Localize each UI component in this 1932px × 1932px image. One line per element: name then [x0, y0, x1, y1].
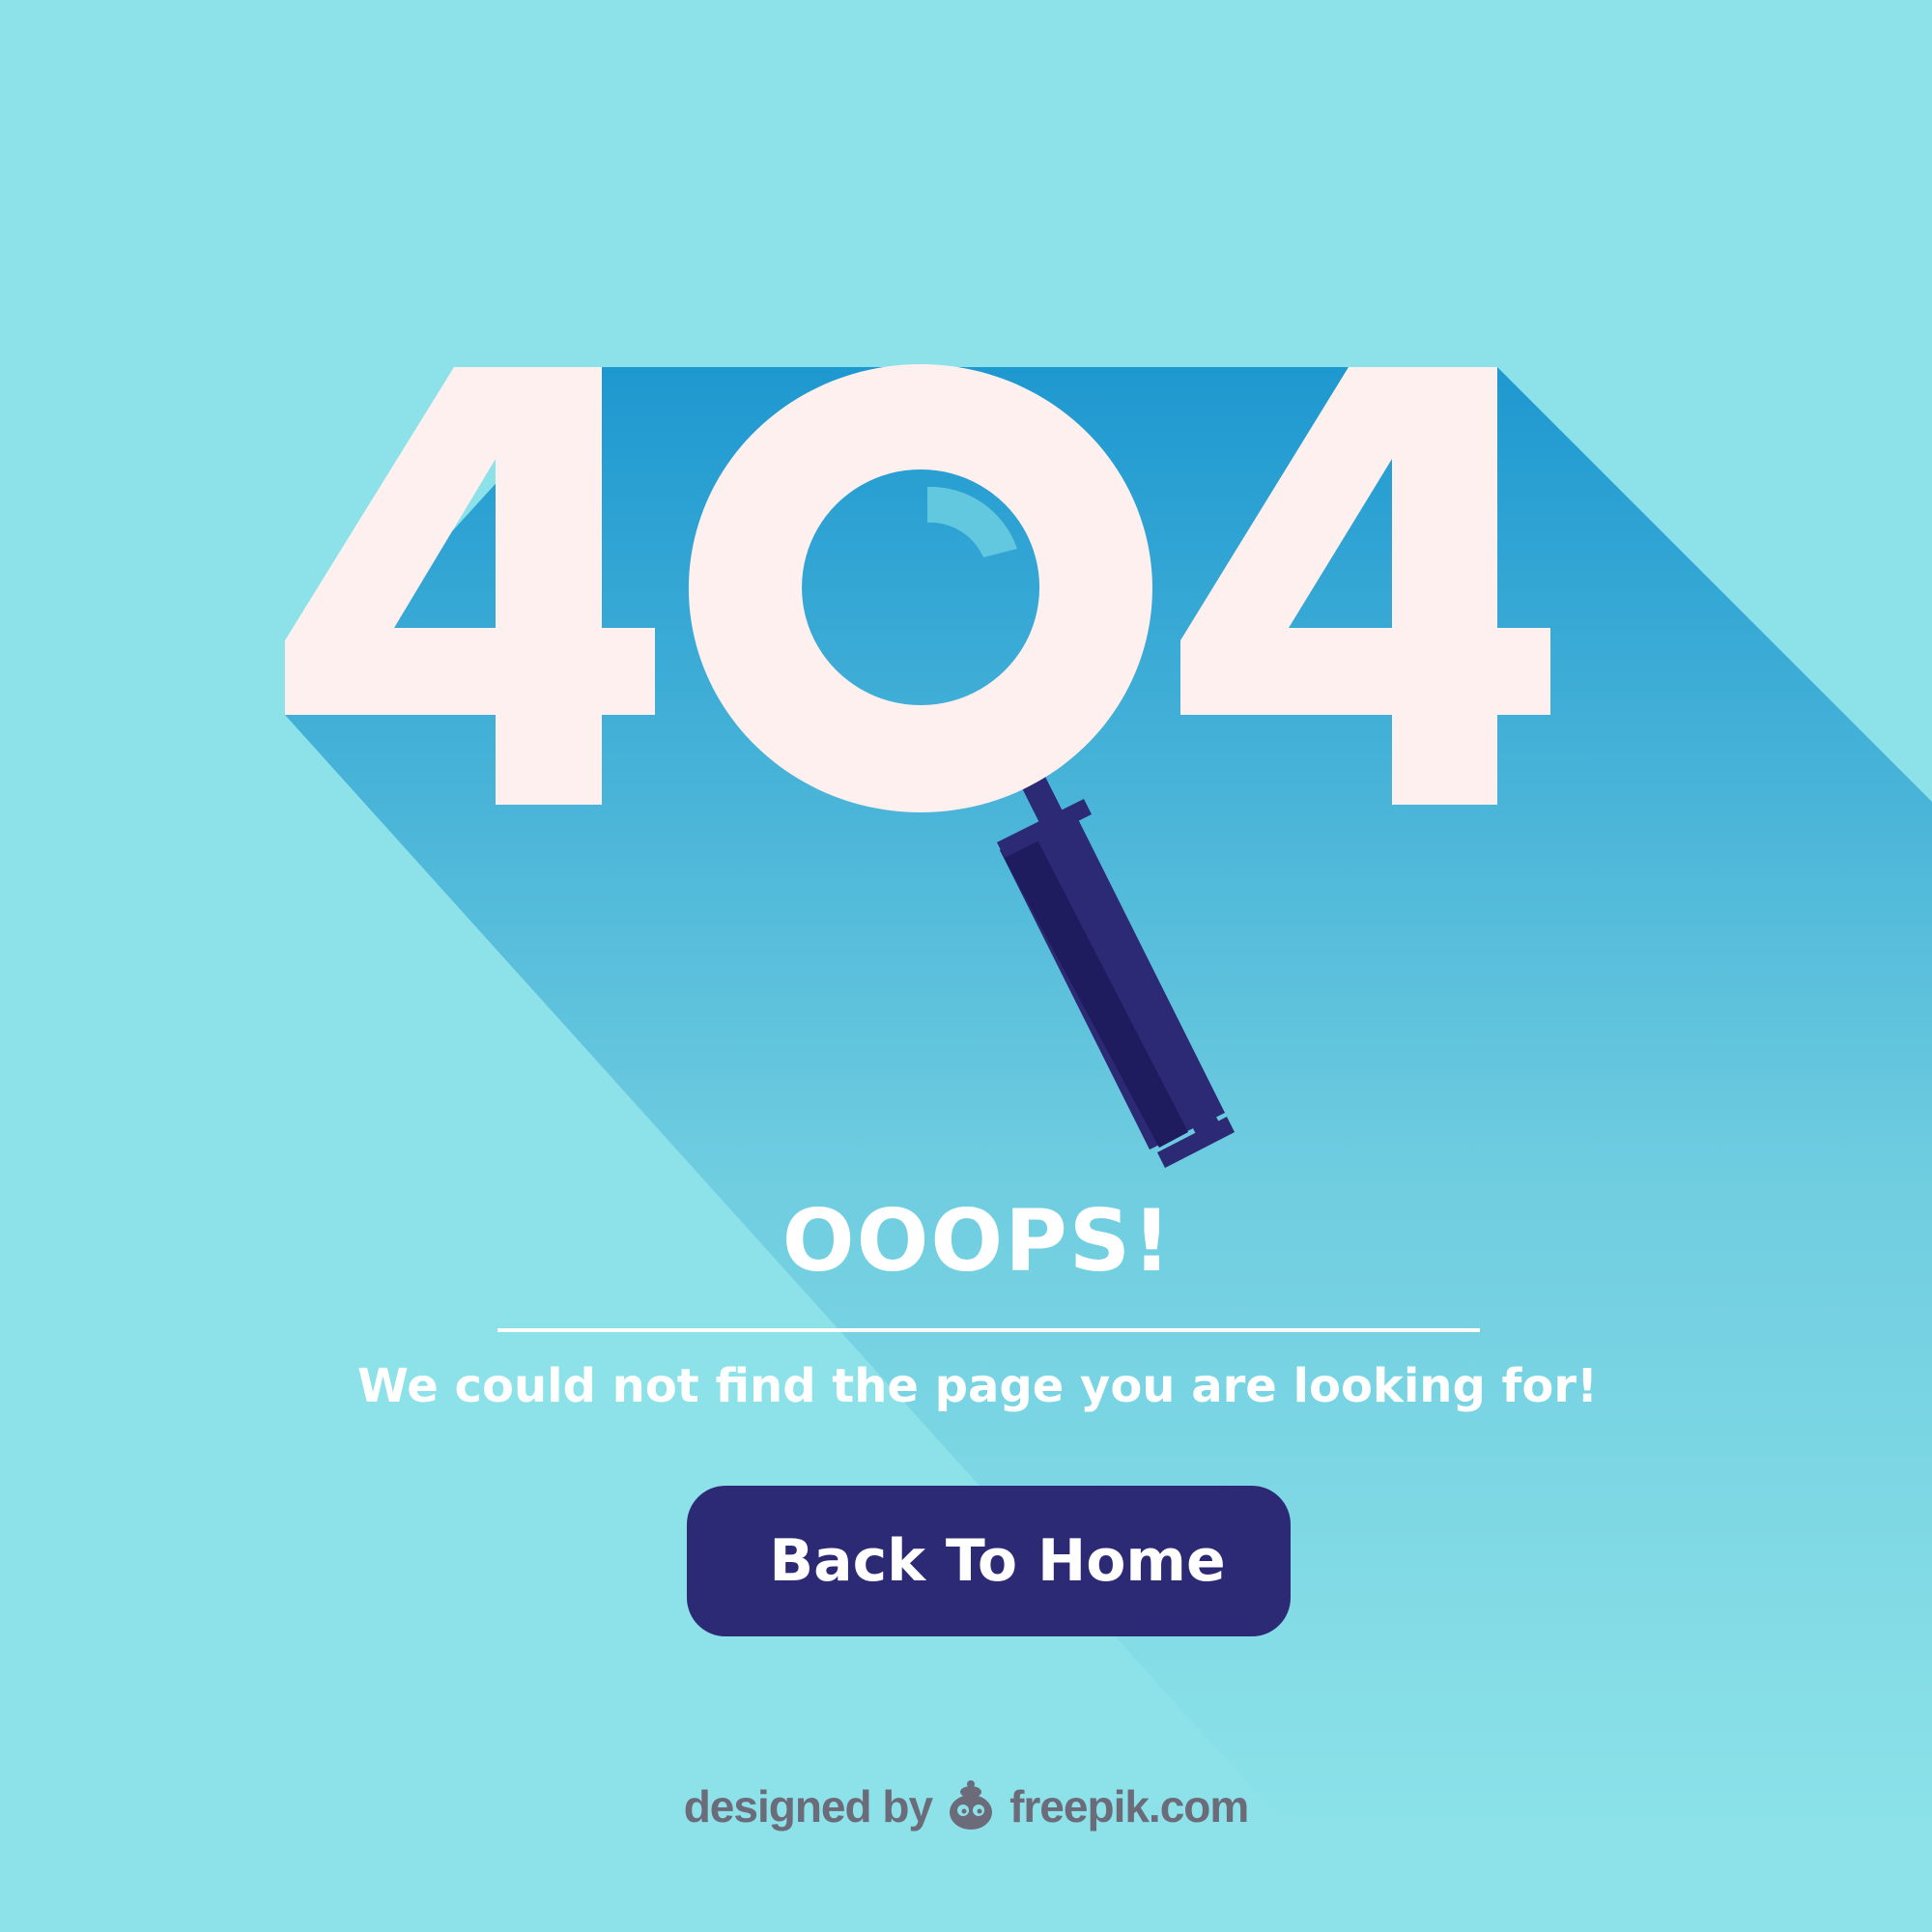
error-message: We could not find the page you are looki… [357, 1359, 1598, 1413]
credit-prefix: designed by [683, 1781, 933, 1832]
credit-brand: freepik.com [1009, 1781, 1249, 1832]
attribution[interactable]: designed by freepik.com [0, 1776, 1932, 1837]
back-to-home-button[interactable]: Back To Home [687, 1486, 1291, 1636]
error-heading: OOOPS! [781, 1191, 1174, 1291]
divider-line [497, 1328, 1480, 1332]
error-page: OOOPS! We could not find the page you ar… [0, 0, 1932, 1932]
freepik-logo-icon [950, 1780, 993, 1830]
404-illustration [285, 364, 1932, 1932]
